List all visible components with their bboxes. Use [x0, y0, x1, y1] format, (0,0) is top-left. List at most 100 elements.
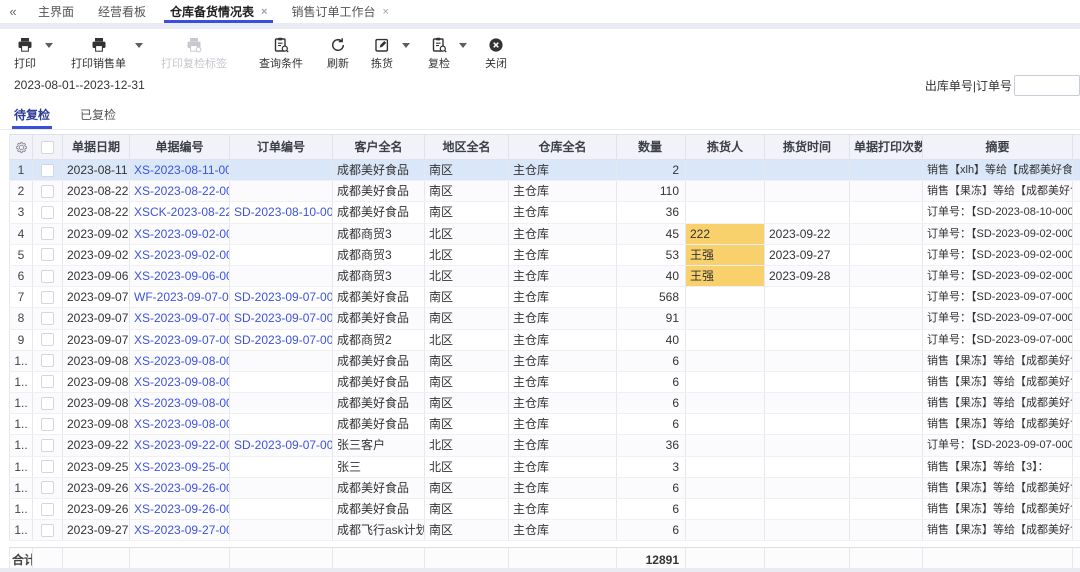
column-header-warehouse[interactable]: 仓库全名	[509, 135, 617, 159]
print-sales-order-dropdown-caret-icon[interactable]	[135, 43, 143, 48]
cell-doc-number[interactable]: XS-2023-09-08-00027	[130, 414, 230, 435]
tab-dashboard[interactable]: 经营看板	[86, 0, 158, 23]
cell-order-number[interactable]	[230, 223, 333, 244]
cell-order-number[interactable]	[230, 350, 333, 371]
column-header-order-number[interactable]: 订单编号	[230, 135, 333, 159]
pick-goods-button[interactable]: 拣货	[371, 36, 393, 71]
table-row[interactable]: 7 2023-09-07 WF-2023-09-07-00003 SD-2023…	[9, 287, 1080, 309]
table-row[interactable]: 5 2023-09-02 XS-2023-09-02-00017 成都商贸3 北…	[9, 244, 1080, 266]
table-row[interactable]: 1.. 2023-09-26 XS-2023-09-26-00033 成都美好食…	[9, 499, 1080, 521]
column-header-summary[interactable]: 摘要	[923, 135, 1073, 159]
column-header-print-count[interactable]: 单据打印次数	[850, 135, 923, 159]
row-checkbox[interactable]	[41, 502, 54, 516]
cell-doc-number[interactable]: XSCK-2023-08-22-00001	[130, 202, 230, 223]
cell-doc-number[interactable]: XS-2023-09-22-00030	[130, 435, 230, 456]
table-row[interactable]: 3 2023-08-22 XSCK-2023-08-22-00001 SD-20…	[9, 202, 1080, 224]
cell-doc-number[interactable]: XS-2023-09-06-00018	[130, 265, 230, 287]
cell-order-number[interactable]	[230, 456, 333, 477]
cell-doc-number[interactable]: XS-2023-09-25-00031	[130, 456, 230, 477]
cell-doc-number[interactable]: XS-2023-09-07-00023	[130, 329, 230, 350]
cell-doc-number[interactable]: XS-2023-09-02-00017	[130, 244, 230, 265]
cell-order-number[interactable]: SD-2023-09-07-00014	[230, 329, 333, 350]
table-row[interactable]: 1.. 2023-09-22 XS-2023-09-22-00030 SD-20…	[9, 435, 1080, 457]
close-button[interactable]: 关闭	[485, 36, 507, 71]
row-checkbox[interactable]	[41, 396, 54, 410]
cell-doc-number[interactable]: XS-2023-08-22-00014	[130, 181, 230, 202]
row-checkbox[interactable]	[41, 375, 54, 389]
table-row[interactable]: 1.. 2023-09-25 XS-2023-09-25-00031 张三 北区…	[9, 456, 1080, 478]
table-row[interactable]: 1.. 2023-09-27 XS-2023-09-27-00034 成都飞行a…	[9, 520, 1080, 542]
print-dropdown-caret-icon[interactable]	[45, 43, 53, 48]
column-header-doc-number[interactable]: 单据编号	[130, 135, 230, 159]
cell-doc-number[interactable]: XS-2023-09-08-00024	[130, 350, 230, 371]
cell-doc-number[interactable]: WF-2023-09-07-00003	[130, 287, 230, 308]
row-checkbox[interactable]	[41, 439, 54, 453]
cell-order-number[interactable]	[230, 477, 333, 498]
recheck-dropdown-caret-icon[interactable]	[459, 43, 467, 48]
cell-order-number[interactable]: SD-2023-09-07-00017	[230, 308, 333, 329]
cell-order-number[interactable]: SD-2023-09-07-00005	[230, 435, 333, 456]
select-all-checkbox[interactable]	[41, 140, 54, 154]
table-row[interactable]: 1.. 2023-09-26 XS-2023-09-26-00032 成都美好食…	[9, 477, 1080, 499]
table-row[interactable]: 6 2023-09-06 XS-2023-09-06-00018 成都商贸3 北…	[9, 265, 1080, 288]
column-settings-gear[interactable]	[9, 135, 33, 159]
outbound-order-search-input[interactable]	[1014, 74, 1080, 96]
tab-warehouse-stock-report[interactable]: 仓库备货情况表 ×	[158, 0, 279, 23]
cell-doc-number[interactable]: XS-2023-09-07-00022	[130, 308, 230, 329]
print-sales-order-button[interactable]: 打印销售单	[71, 36, 126, 71]
cell-order-number[interactable]	[230, 160, 333, 181]
cell-doc-number[interactable]: XS-2023-09-26-00032	[130, 477, 230, 498]
table-row[interactable]: 8 2023-09-07 XS-2023-09-07-00022 SD-2023…	[9, 308, 1080, 330]
cell-order-number[interactable]	[230, 499, 333, 520]
row-checkbox[interactable]	[41, 333, 54, 347]
cell-order-number[interactable]	[230, 393, 333, 414]
collapse-tabs-icon[interactable]: «	[0, 0, 26, 23]
cell-order-number[interactable]	[230, 244, 333, 265]
cell-order-number[interactable]: SD-2023-09-07-00009	[230, 287, 333, 308]
cell-doc-number[interactable]: XS-2023-09-27-00034	[130, 520, 230, 541]
table-row[interactable]: 1.. 2023-09-08 XS-2023-09-08-00027 成都美好食…	[9, 414, 1080, 436]
cell-order-number[interactable]	[230, 371, 333, 393]
row-checkbox[interactable]	[41, 481, 54, 495]
row-checkbox[interactable]	[41, 248, 54, 262]
row-checkbox[interactable]	[41, 523, 54, 537]
row-checkbox[interactable]	[41, 354, 54, 368]
column-header-picker[interactable]: 拣货人	[686, 135, 765, 159]
column-header-qty[interactable]: 数量	[617, 135, 686, 159]
column-header-region[interactable]: 地区全名	[425, 135, 509, 159]
column-header-doc-date[interactable]: 单据日期	[63, 135, 130, 159]
cell-order-number[interactable]: SD-2023-08-10-00002	[230, 202, 333, 223]
row-checkbox[interactable]	[41, 184, 54, 198]
table-row[interactable]: 1.. 2023-09-08 XS-2023-09-08-00026 成都美好食…	[9, 393, 1080, 415]
subtab-pending-recheck[interactable]: 待复检	[11, 99, 53, 129]
column-header-pick-time[interactable]: 拣货时间	[765, 135, 850, 159]
cell-order-number[interactable]	[230, 414, 333, 435]
query-conditions-button[interactable]: 查询条件	[259, 36, 303, 71]
row-checkbox[interactable]	[41, 227, 54, 241]
tab-close-icon[interactable]: ×	[383, 6, 389, 18]
cell-doc-number[interactable]: XS-2023-08-11-00013	[130, 160, 230, 181]
recheck-button[interactable]: 复检	[428, 36, 450, 71]
cell-doc-number[interactable]: XS-2023-09-08-00026	[130, 393, 230, 414]
pick-goods-dropdown-caret-icon[interactable]	[402, 43, 410, 48]
row-checkbox[interactable]	[41, 163, 54, 177]
table-row[interactable]: 4 2023-09-02 XS-2023-09-02-00016 成都商贸3 北…	[9, 223, 1080, 245]
cell-doc-number[interactable]: XS-2023-09-02-00016	[130, 223, 230, 244]
table-row[interactable]: 2 2023-08-22 XS-2023-08-22-00014 成都美好食品 …	[9, 181, 1080, 203]
row-checkbox[interactable]	[41, 460, 54, 474]
cell-order-number[interactable]	[230, 265, 333, 287]
refresh-button[interactable]: 刷新	[327, 36, 349, 71]
print-button[interactable]: 打印	[14, 36, 36, 71]
cell-order-number[interactable]	[230, 520, 333, 541]
column-header-customer[interactable]: 客户全名	[333, 135, 425, 159]
row-checkbox[interactable]	[41, 417, 54, 431]
cell-order-number[interactable]	[230, 181, 333, 202]
row-checkbox[interactable]	[41, 290, 54, 304]
table-row[interactable]: 1 2023-08-11 XS-2023-08-11-00013 成都美好食品 …	[9, 160, 1080, 182]
tab-sales-order-workbench[interactable]: 销售订单工作台 ×	[279, 0, 400, 23]
cell-doc-number[interactable]: XS-2023-09-26-00033	[130, 499, 230, 520]
row-checkbox[interactable]	[41, 269, 54, 283]
tab-main[interactable]: 主界面	[26, 0, 86, 23]
cell-doc-number[interactable]: XS-2023-09-08-00025	[130, 371, 230, 393]
table-row[interactable]: 1.. 2023-09-08 XS-2023-09-08-00024 成都美好食…	[9, 350, 1080, 372]
